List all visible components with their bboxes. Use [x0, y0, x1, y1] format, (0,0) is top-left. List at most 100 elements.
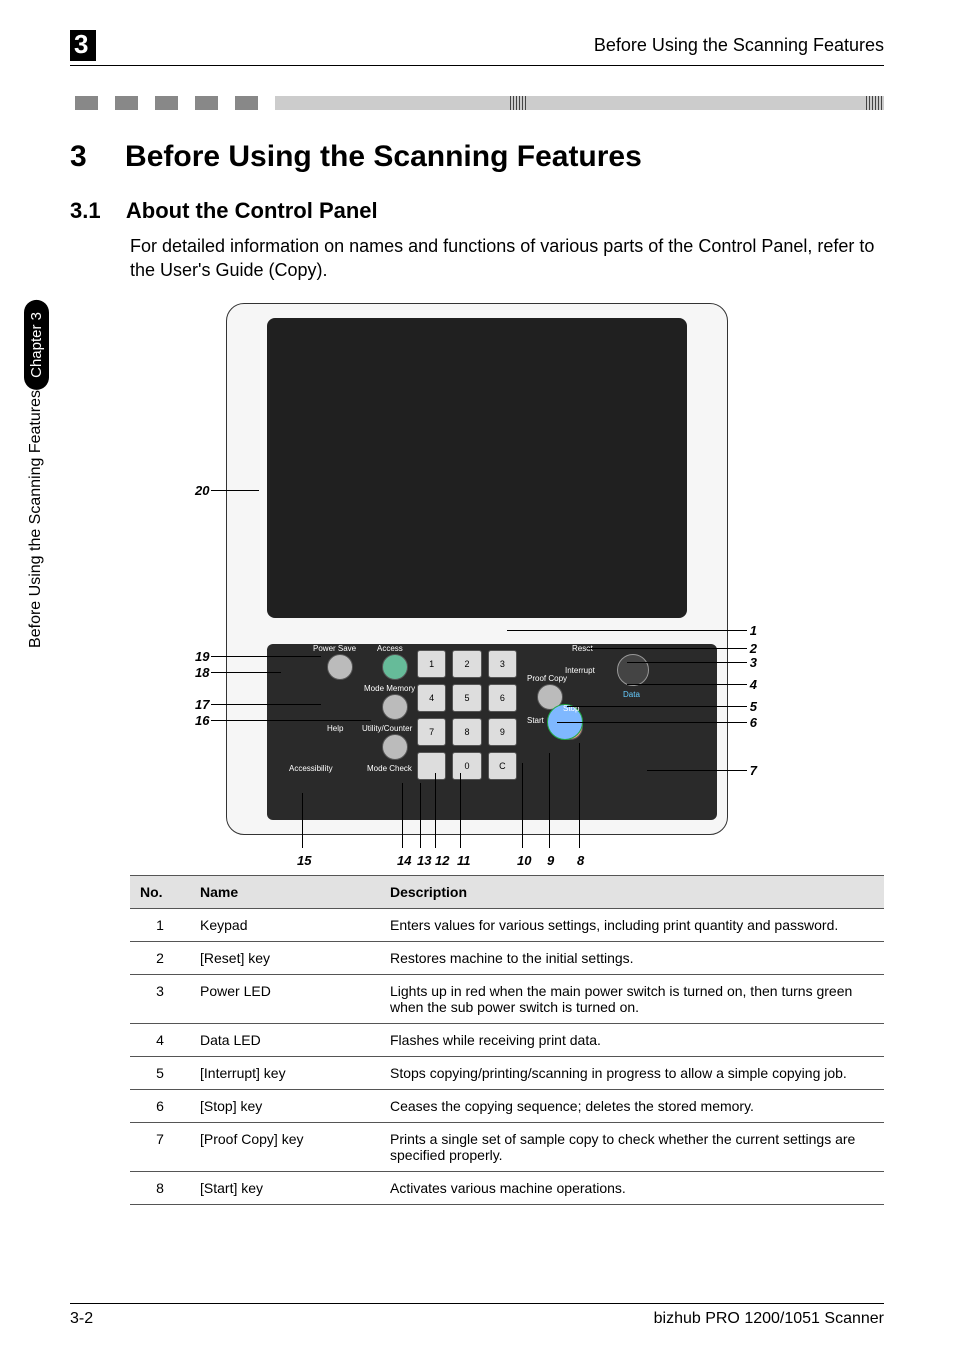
callout-10: 10 — [517, 853, 531, 868]
bottom-callouts: 15 14 13 12 11 10 9 8 — [227, 853, 727, 873]
label-interrupt: Interrupt — [565, 666, 595, 675]
table-cell-no: 7 — [130, 1122, 190, 1171]
keypad-key: 0 — [452, 752, 481, 780]
label-access: Access — [377, 644, 403, 653]
keypad-key: 9 — [488, 718, 517, 746]
callout-3: 3 — [750, 655, 757, 670]
callout-13: 13 — [417, 853, 431, 868]
footer-page-number: 3-2 — [70, 1310, 93, 1328]
keypad-key: 3 — [488, 650, 517, 678]
side-tab: Chapter 3 Before Using the Scanning Feat… — [20, 300, 52, 760]
chapter-number-badge: 3 — [70, 30, 96, 61]
table-row: 2 [Reset] key Restores machine to the in… — [130, 941, 884, 974]
callout-16: 16 — [195, 713, 209, 728]
decorative-stripes — [70, 96, 884, 110]
keypad-key: 4 — [417, 684, 446, 712]
keypad-key: 1 — [417, 650, 446, 678]
table-cell-desc: Enters values for various settings, incl… — [380, 908, 884, 941]
footer-product-name: bizhub PRO 1200/1051 Scanner — [654, 1310, 884, 1328]
callout-line — [627, 662, 747, 663]
callout-2: 2 — [750, 641, 757, 656]
table-row: 3 Power LED Lights up in red when the ma… — [130, 974, 884, 1023]
table-cell-desc: Stops copying/printing/scanning in progr… — [380, 1056, 884, 1089]
table-cell-name: [Reset] key — [190, 941, 380, 974]
callout-line — [567, 706, 747, 707]
table-row: 6 [Stop] key Ceases the copying sequence… — [130, 1089, 884, 1122]
callout-20: 20 — [195, 483, 209, 498]
callout-line — [587, 648, 747, 649]
table-header-desc: Description — [380, 875, 884, 908]
callout-line — [211, 656, 321, 657]
table-cell-no: 2 — [130, 941, 190, 974]
table-row: 7 [Proof Copy] key Prints a single set o… — [130, 1122, 884, 1171]
label-power-save: Power Save — [313, 644, 356, 653]
callout-6: 6 — [750, 715, 757, 730]
table-row: 4 Data LED Flashes while receiving print… — [130, 1023, 884, 1056]
callout-line — [211, 720, 371, 721]
access-button — [382, 654, 408, 680]
table-row: 5 [Interrupt] key Stops copying/printing… — [130, 1056, 884, 1089]
table-cell-no: 3 — [130, 974, 190, 1023]
label-help: Help — [327, 724, 343, 733]
label-proof-copy: Proof Copy — [527, 674, 567, 683]
callout-8: 8 — [577, 853, 584, 868]
callout-line — [302, 793, 303, 848]
label-start: Start — [527, 716, 544, 725]
keypad-key: 2 — [452, 650, 481, 678]
callout-line — [627, 684, 747, 685]
power-button — [617, 654, 649, 686]
callout-line — [460, 773, 461, 848]
table-row: 8 [Start] key Activates various machine … — [130, 1171, 884, 1204]
keypad-key: C — [488, 752, 517, 780]
table-cell-no: 5 — [130, 1056, 190, 1089]
callout-line — [211, 672, 281, 673]
callout-line — [420, 783, 421, 848]
chapter-heading-title: Before Using the Scanning Features — [125, 140, 642, 173]
callout-line — [402, 783, 403, 848]
callout-18: 18 — [195, 665, 209, 680]
callout-9: 9 — [547, 853, 554, 868]
section-heading: 3.1 About the Control Panel — [70, 198, 884, 224]
callout-12: 12 — [435, 853, 449, 868]
chapter-heading-number: 3 — [70, 140, 87, 173]
table-cell-name: [Proof Copy] key — [190, 1122, 380, 1171]
utility-counter-button — [382, 734, 408, 760]
control-panel-outline: 1 2 3 4 5 6 7 8 9 0 C Powe — [226, 303, 728, 835]
callout-4: 4 — [750, 677, 757, 692]
touch-screen — [267, 318, 687, 618]
callout-19: 19 — [195, 649, 209, 664]
label-data: Data — [623, 690, 640, 699]
table-cell-desc: Lights up in red when the main power swi… — [380, 974, 884, 1023]
keypad-key: 7 — [417, 718, 446, 746]
table-cell-name: [Stop] key — [190, 1089, 380, 1122]
label-mode-memory: Mode Memory — [364, 684, 415, 693]
table-cell-desc: Restores machine to the initial settings… — [380, 941, 884, 974]
callout-line — [211, 704, 321, 705]
callout-line — [549, 753, 550, 848]
control-panel-table: No. Name Description 1 Keypad Enters val… — [130, 875, 884, 1205]
keypad-key: 5 — [452, 684, 481, 712]
callout-14: 14 — [397, 853, 411, 868]
label-mode-check: Mode Check — [367, 764, 412, 773]
keypad: 1 2 3 4 5 6 7 8 9 0 C — [417, 650, 517, 780]
callout-17: 17 — [195, 697, 209, 712]
chapter-heading: 3 Before Using the Scanning Features — [70, 140, 884, 174]
table-cell-no: 8 — [130, 1171, 190, 1204]
callout-line — [557, 722, 747, 723]
table-cell-name: Keypad — [190, 908, 380, 941]
keypad-key: 8 — [452, 718, 481, 746]
table-cell-desc: Ceases the copying sequence; deletes the… — [380, 1089, 884, 1122]
table-header-name: Name — [190, 875, 380, 908]
table-row: 1 Keypad Enters values for various setti… — [130, 908, 884, 941]
running-title: Before Using the Scanning Features — [594, 35, 884, 56]
table-cell-no: 6 — [130, 1089, 190, 1122]
power-save-button — [327, 654, 353, 680]
callout-15: 15 — [297, 853, 311, 868]
keypad-key — [417, 752, 446, 780]
table-cell-name: [Interrupt] key — [190, 1056, 380, 1089]
side-tab-label: Before Using the Scanning Features — [27, 390, 45, 666]
callout-line — [507, 630, 747, 631]
mode-memory-button — [382, 694, 408, 720]
section-heading-title: About the Control Panel — [126, 198, 378, 223]
section-body-paragraph: For detailed information on names and fu… — [130, 234, 884, 283]
